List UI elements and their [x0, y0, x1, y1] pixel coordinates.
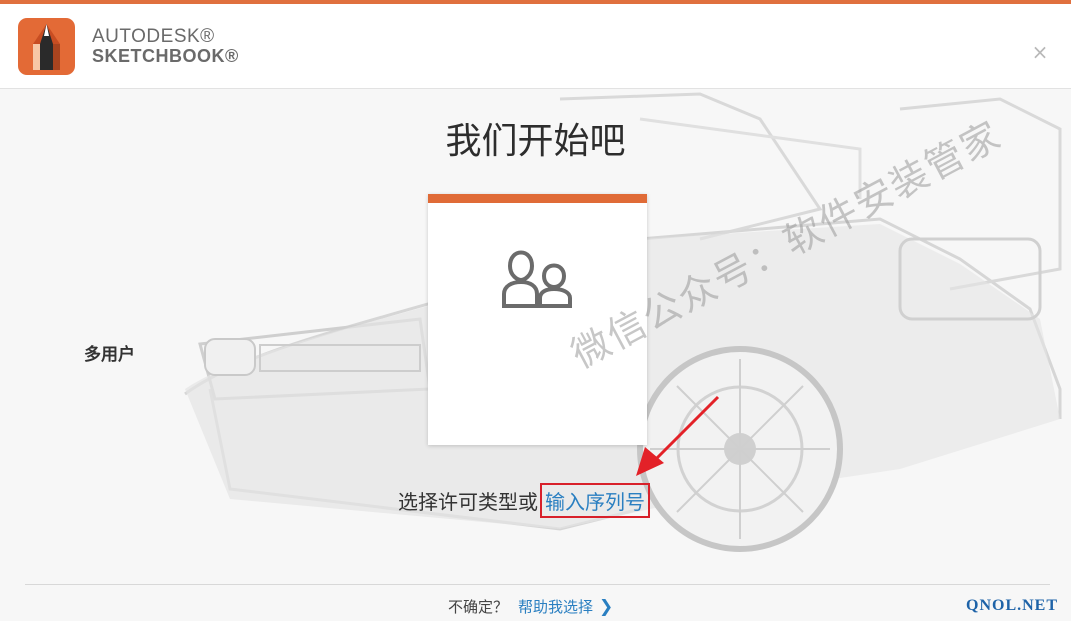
- annotation-arrow-icon: [636, 395, 720, 476]
- chevron-right-icon[interactable]: ❯: [599, 597, 613, 617]
- site-watermark: QNOL.NET: [966, 597, 1059, 614]
- unsure-text: 不确定？: [448, 598, 509, 616]
- footer-divider: [25, 584, 1050, 585]
- footer-help-row: 不确定？ 帮助我选择 ❯: [448, 596, 613, 617]
- help-me-choose-link[interactable]: 帮助我选择: [518, 596, 593, 617]
